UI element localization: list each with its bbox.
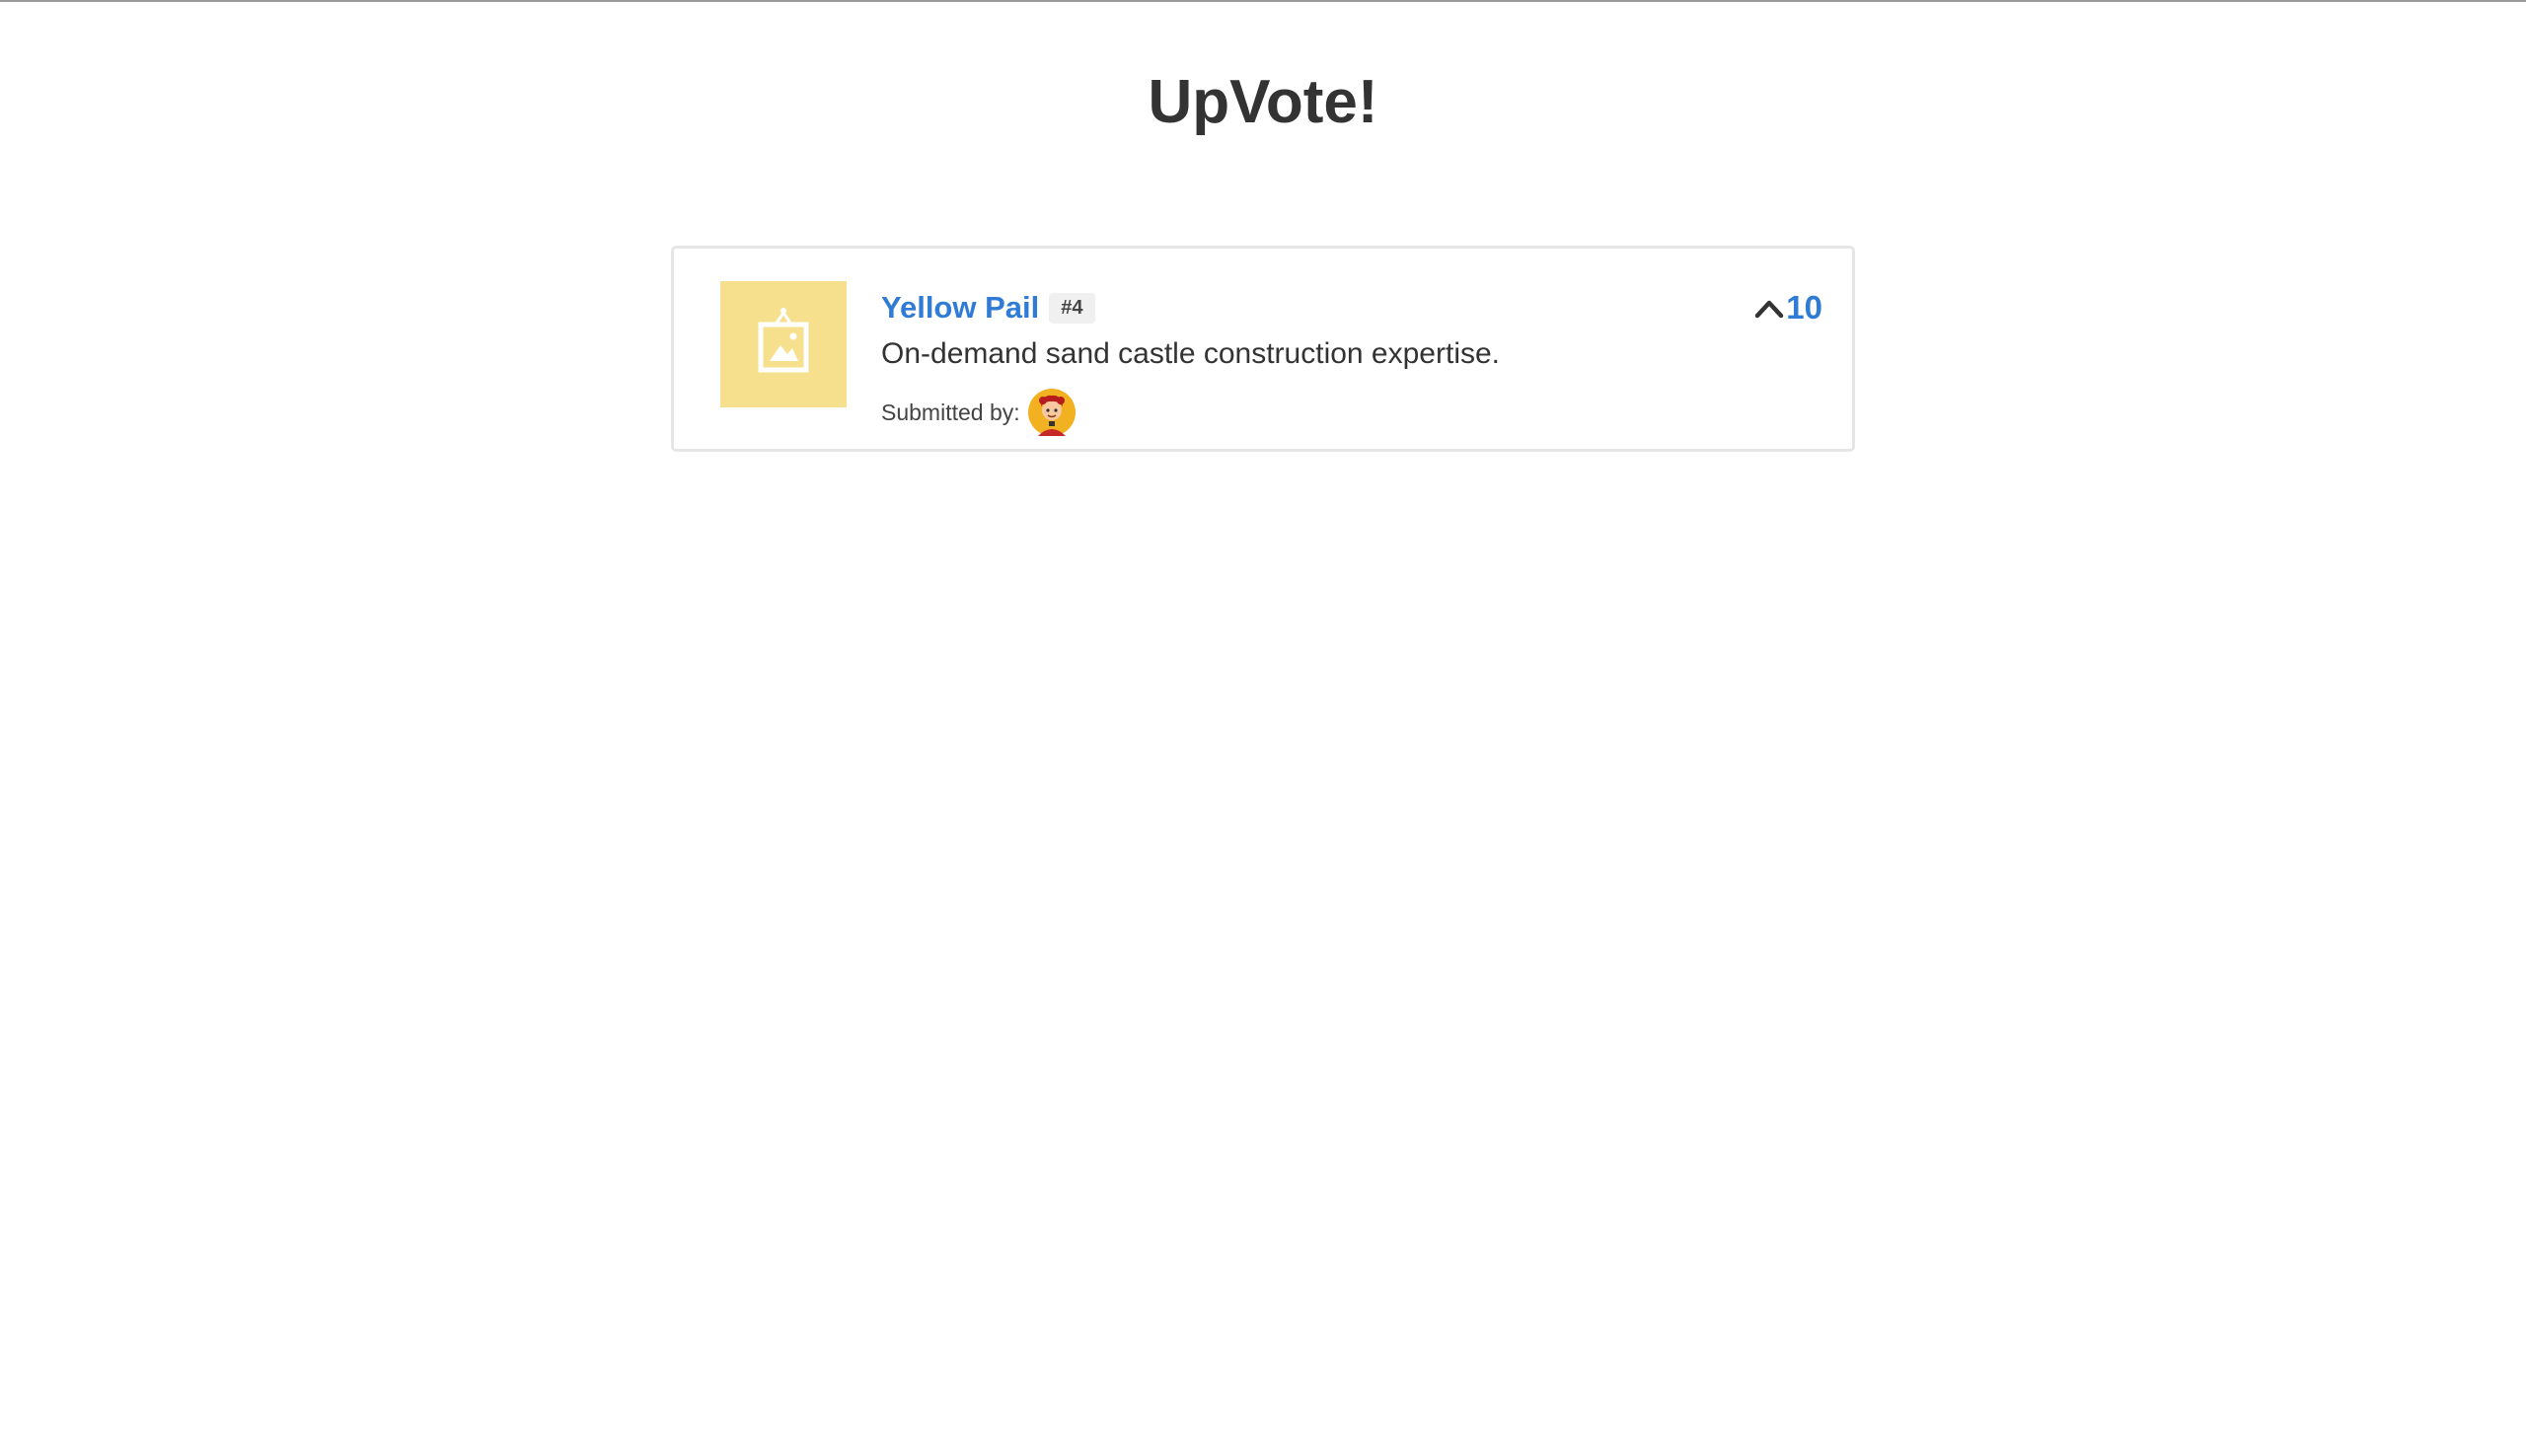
submitted-by-label: Submitted by:	[881, 399, 1020, 425]
product-id-badge: #4	[1049, 292, 1095, 324]
vote-count: 10	[1786, 289, 1822, 326]
product-card: Yellow Pail #4 On-demand sand castle con…	[671, 246, 1855, 452]
upvote-button[interactable]: 10	[1754, 286, 1822, 329]
product-thumbnail	[720, 281, 847, 407]
submitted-by-row: Submitted by:	[881, 389, 1822, 436]
avatar-icon	[1027, 389, 1076, 436]
image-placeholder-icon	[758, 308, 809, 373]
product-title-row: Yellow Pail #4	[881, 286, 1822, 329]
caret-up-icon	[1755, 300, 1784, 319]
product-content: Yellow Pail #4 On-demand sand castle con…	[881, 286, 1822, 436]
product-description: On-demand sand castle construction exper…	[881, 337, 1500, 370]
product-list: Yellow Pail #4 On-demand sand castle con…	[671, 246, 1855, 452]
product-title-link[interactable]: Yellow Pail	[881, 290, 1039, 326]
page-title: UpVote!	[1148, 68, 1378, 136]
top-divider	[0, 0, 2526, 2]
